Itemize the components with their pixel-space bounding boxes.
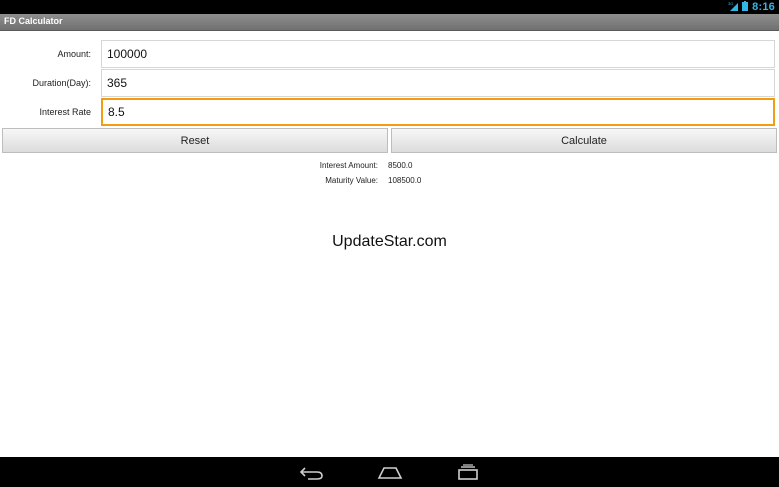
recent-apps-icon[interactable]	[454, 464, 482, 480]
amount-row: Amount:	[0, 40, 779, 68]
home-icon[interactable]	[376, 464, 404, 480]
interest-rate-row: Interest Rate	[0, 98, 779, 126]
back-icon[interactable]	[298, 464, 326, 480]
reset-button[interactable]: Reset	[2, 128, 388, 153]
title-bar: FD Calculator	[0, 14, 779, 31]
duration-input[interactable]	[101, 69, 775, 97]
status-icons: 3G 8:16	[728, 0, 775, 14]
duration-label: Duration(Day):	[32, 78, 91, 88]
watermark-text: UpdateStar.com	[332, 233, 447, 250]
app-title: FD Calculator	[4, 16, 63, 26]
screen: 3G 8:16 FD Calculator Amount: Duration(D…	[0, 0, 779, 487]
calculate-button[interactable]: Calculate	[391, 128, 777, 153]
maturity-value-value: 108500.0	[388, 176, 422, 185]
status-bar: 3G 8:16	[0, 0, 779, 14]
interest-rate-input[interactable]	[101, 98, 775, 126]
navigation-bar	[0, 457, 779, 487]
amount-input[interactable]	[101, 40, 775, 68]
maturity-value-label: Maturity Value:	[325, 176, 378, 185]
maturity-value-row: Maturity Value: 108500.0	[0, 176, 779, 188]
duration-row: Duration(Day):	[0, 69, 779, 97]
interest-amount-label: Interest Amount:	[319, 161, 378, 170]
clock: 8:16	[752, 1, 775, 13]
network-type-label: 3G	[728, 1, 733, 6]
interest-amount-row: Interest Amount: 8500.0	[0, 161, 779, 173]
interest-amount-value: 8500.0	[388, 161, 413, 170]
amount-label: Amount:	[57, 49, 91, 59]
interest-rate-label: Interest Rate	[39, 107, 91, 117]
